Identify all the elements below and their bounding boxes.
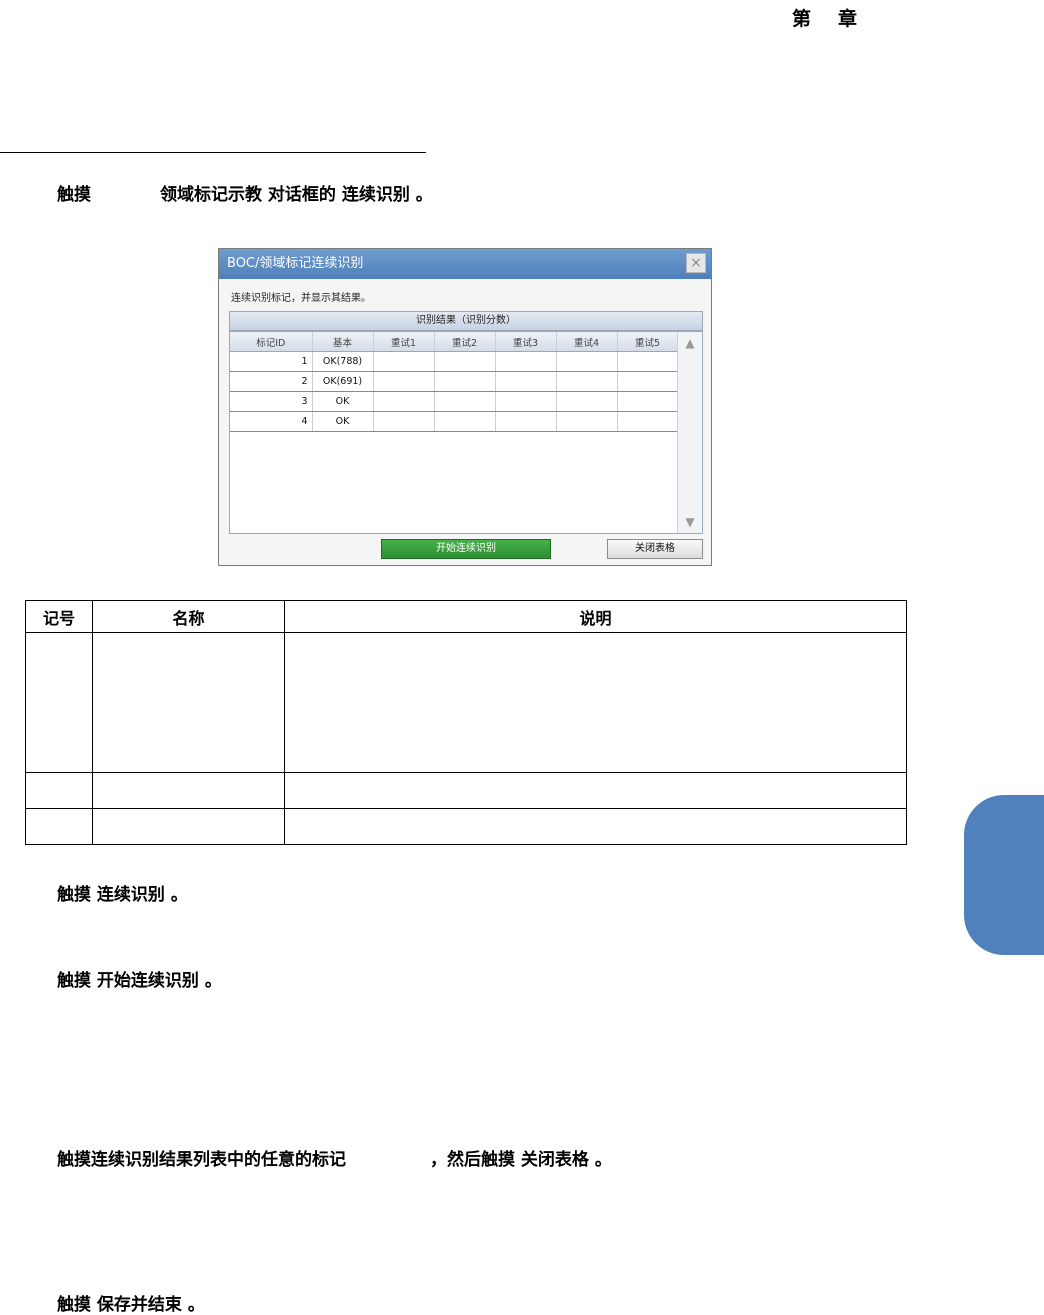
table-row[interactable]: 1 OK(788) <box>230 351 679 372</box>
step-1-verb: 触摸 <box>57 185 91 205</box>
column-header-description: 说明 <box>284 600 907 633</box>
retry-cell <box>617 391 679 412</box>
retry-cell <box>556 391 618 412</box>
section-rule <box>0 152 426 153</box>
step-2-text: 触摸 连续识别 。 <box>57 885 188 905</box>
table-row[interactable]: 2 OK(691) <box>230 371 679 392</box>
column-header-retry-4[interactable]: 重试4 <box>556 332 618 352</box>
column-header-retry-2[interactable]: 重试2 <box>434 332 496 352</box>
column-header-symbol: 记号 <box>25 600 93 633</box>
column-header-basic[interactable]: 基本 <box>312 332 374 352</box>
mark-id-cell: 4 <box>230 411 313 432</box>
symbol-cell <box>25 772 93 809</box>
retry-cell <box>434 351 496 372</box>
retry-cell <box>434 371 496 392</box>
results-grid: 标记ID 基本 重试1 重试2 重试3 重试4 重试5 1 OK(788) 2 <box>229 331 703 534</box>
basic-result-cell: OK <box>312 391 374 412</box>
symbol-cell <box>25 632 93 773</box>
table-row[interactable]: 4 OK <box>230 411 679 432</box>
column-header-retry-5[interactable]: 重试5 <box>617 332 679 352</box>
retry-cell <box>373 411 435 432</box>
retry-cell <box>617 411 679 432</box>
step-3-text: 触摸 开始连续识别 。 <box>57 971 222 991</box>
retry-cell <box>556 411 618 432</box>
retry-cell <box>556 351 618 372</box>
start-continuous-recognition-button[interactable]: 开始连续识别 <box>381 539 551 559</box>
retry-cell <box>434 411 496 432</box>
dialog-title: BOC/领域标记连续识别 <box>219 249 711 279</box>
close-table-button[interactable]: 关闭表格 <box>607 539 703 559</box>
mark-id-cell: 1 <box>230 351 313 372</box>
name-cell <box>92 808 285 845</box>
dialog-description: 连续识别标记，并显示其结果。 <box>231 293 371 304</box>
results-table: 标记ID 基本 重试1 重试2 重试3 重试4 重试5 1 OK(788) 2 <box>230 332 679 432</box>
retry-cell <box>556 371 618 392</box>
symbol-cell <box>25 808 93 845</box>
basic-result-cell: OK(788) <box>312 351 374 372</box>
chapter-side-tab <box>964 795 1044 955</box>
name-cell <box>92 772 285 809</box>
table-row <box>25 772 907 809</box>
chapter-label-prefix: 第 <box>792 8 812 30</box>
description-cell <box>284 808 907 845</box>
close-icon[interactable]: × <box>686 253 706 273</box>
continuous-recognition-dialog: BOC/领域标记连续识别 × 连续识别标记，并显示其结果。 识别结果（识别分数）… <box>218 248 712 566</box>
column-header-retry-3[interactable]: 重试3 <box>495 332 557 352</box>
table-row <box>25 808 907 845</box>
retry-cell <box>495 391 557 412</box>
results-header: 识别结果（识别分数） <box>229 311 703 331</box>
table-row <box>25 632 907 773</box>
chapter-label-suffix: 章 <box>838 8 858 30</box>
basic-result-cell: OK(691) <box>312 371 374 392</box>
description-cell <box>284 772 907 809</box>
retry-cell <box>495 411 557 432</box>
column-header-retry-1[interactable]: 重试1 <box>373 332 435 352</box>
basic-result-cell: OK <box>312 411 374 432</box>
retry-cell <box>495 371 557 392</box>
step-4-text: 触摸连续识别结果列表中的任意的标记 <box>57 1150 346 1170</box>
table-row[interactable]: 3 OK <box>230 391 679 412</box>
step-5-text: 触摸 保存并结束 。 <box>57 1295 205 1315</box>
symbol-description-table: 记号 名称 说明 <box>25 600 907 845</box>
results-scrollbar[interactable]: ▲ ▼ <box>677 332 702 533</box>
retry-cell <box>617 351 679 372</box>
arrow-down-icon[interactable]: ▼ <box>678 511 702 533</box>
mark-id-cell: 3 <box>230 391 313 412</box>
arrow-up-icon[interactable]: ▲ <box>678 332 702 354</box>
retry-cell <box>373 391 435 412</box>
mark-id-cell: 2 <box>230 371 313 392</box>
retry-cell <box>617 371 679 392</box>
retry-cell <box>373 371 435 392</box>
column-header-mark-id[interactable]: 标记ID <box>230 332 313 352</box>
name-cell <box>92 632 285 773</box>
step-1-text: 领域标记示教 对话框的 连续识别 。 <box>160 185 433 205</box>
retry-cell <box>434 391 496 412</box>
description-cell <box>284 632 907 773</box>
column-header-name: 名称 <box>92 600 285 633</box>
retry-cell <box>495 351 557 372</box>
step-4-text-continued: ，然后触摸 关闭表格 。 <box>430 1150 612 1170</box>
retry-cell <box>373 351 435 372</box>
